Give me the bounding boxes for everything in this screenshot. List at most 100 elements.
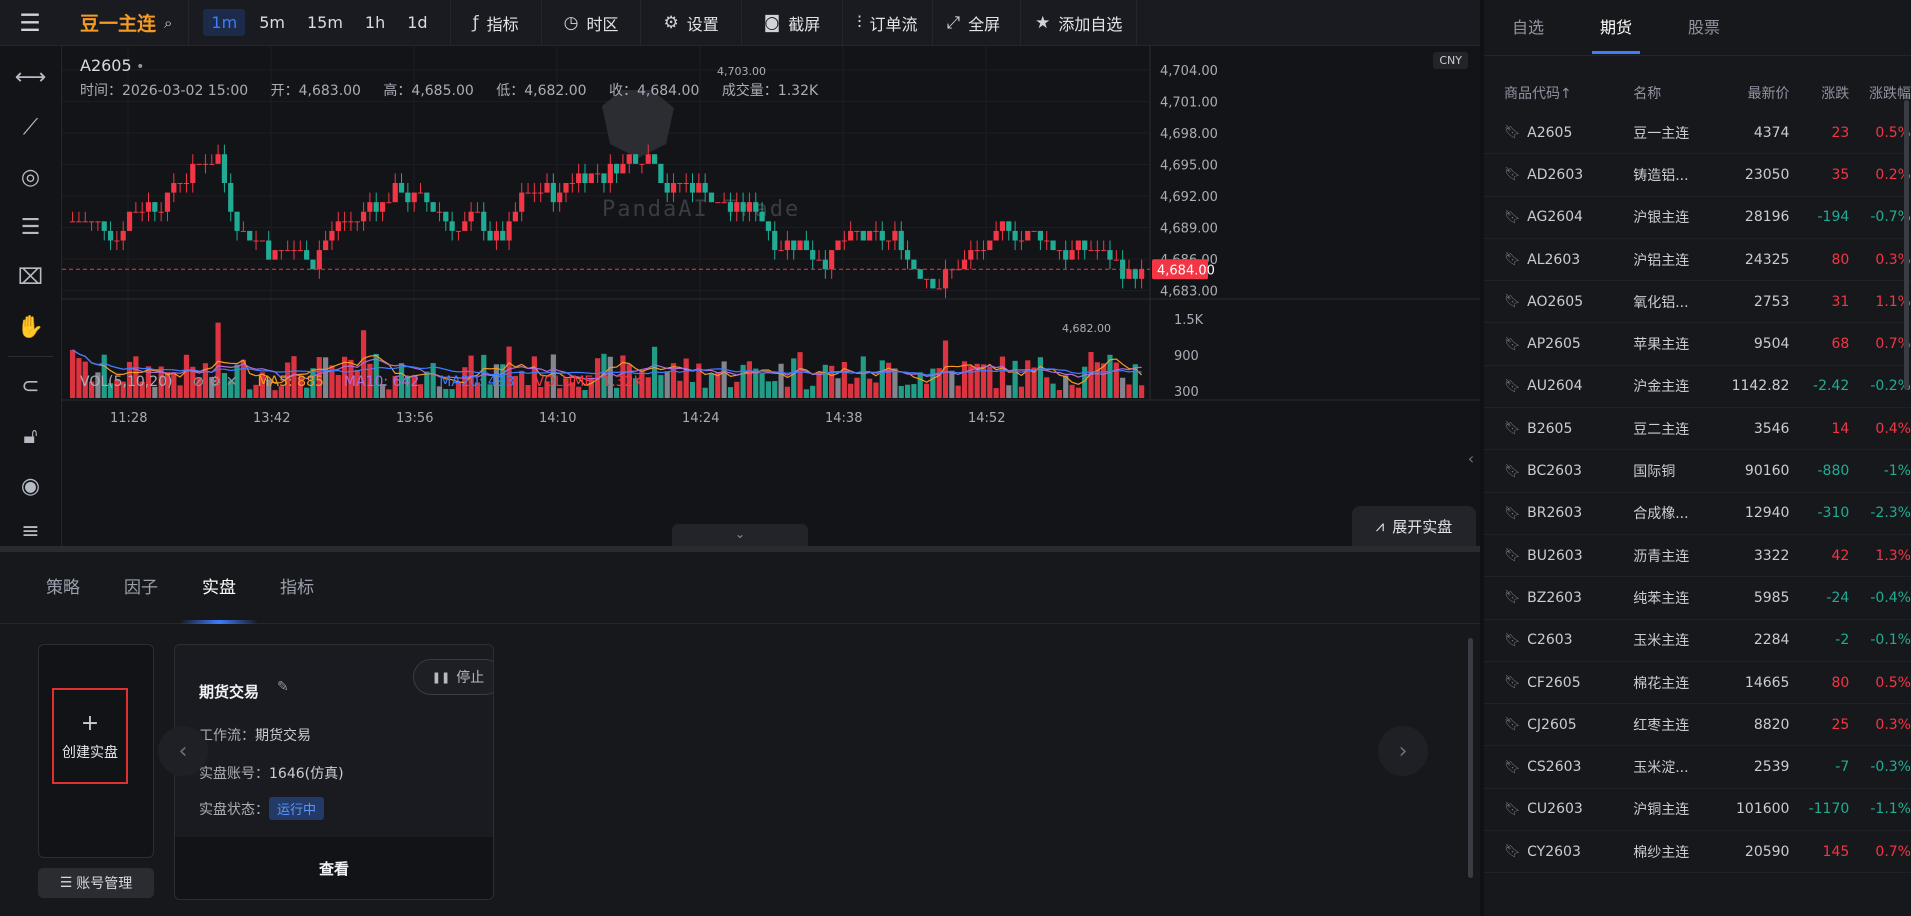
close-icon[interactable]: ✕ [226, 374, 238, 390]
last-price: 3546 [1753, 420, 1790, 437]
circle-target-icon[interactable]: ◎ [0, 152, 61, 202]
watchlist-row[interactable]: 🔖︎ CS2603 玉米淀... 2539 -7 -0.3% [1484, 746, 1911, 789]
hide-icon[interactable]: ⊘ [193, 374, 205, 390]
timeframe-1m[interactable]: 1m [203, 9, 246, 36]
next-arrow-icon[interactable]: › [1378, 726, 1428, 776]
bookmark-icon[interactable]: 🔖︎ [1504, 590, 1527, 605]
timezone-button[interactable]: ◷ 时区 [542, 0, 642, 46]
watchlist-row[interactable]: 🔖︎ CF2605 棉花主连 14665 80 0.5% [1484, 662, 1911, 705]
volume-bar [740, 364, 746, 398]
watchlist-row[interactable]: 🔖︎ AP2605 苹果主连 9504 68 0.7% [1484, 323, 1911, 366]
bottom-tab-2[interactable]: 实盘 [180, 552, 258, 624]
bookmark-icon[interactable]: 🔖︎ [1504, 294, 1527, 309]
pattern-icon[interactable]: ⌧ [0, 252, 61, 302]
watchlist-row[interactable]: 🔖︎ AU2604 沪金主连 1142.82 -2.42 -0.2% [1484, 366, 1911, 409]
bookmark-icon[interactable]: 🔖︎ [1504, 210, 1527, 225]
bottom-tab-1[interactable]: 因子 [124, 552, 158, 624]
trend-line-icon[interactable]: ⟋ [0, 102, 61, 152]
bookmark-icon[interactable]: 🔖︎ [1504, 675, 1527, 690]
view-button[interactable]: 查看 [175, 837, 493, 899]
timeframe-15m[interactable]: 15m [299, 9, 351, 36]
percent-change: -2.3% [1870, 505, 1911, 522]
layers-icon[interactable]: ≡ [0, 511, 61, 551]
watchlist-row[interactable]: 🔖︎ BR2603 合成橡... 12940 -310 -2.3% [1484, 493, 1911, 535]
watchlist-row[interactable]: 🔖︎ BZ2603 纯苯主连 5985 -24 -0.4% [1484, 577, 1911, 620]
watchlist-row[interactable]: 🔖︎ AL2603 沪铝主连 24325 80 0.3% [1484, 239, 1911, 282]
fibonacci-icon[interactable]: ☰ [0, 202, 61, 252]
prev-arrow-icon[interactable]: ‹ [158, 726, 208, 776]
bookmark-icon[interactable]: 🔖︎ [1504, 421, 1527, 436]
watchlist-row[interactable]: 🔖︎ BU2603 沥青主连 3322 42 1.3% [1484, 535, 1911, 578]
volume-bar [1113, 362, 1119, 398]
panel-scrollbar[interactable] [1468, 638, 1473, 878]
volume-bar [443, 388, 449, 398]
expand-live-button[interactable]: ⩘ 展开实盘 [1352, 506, 1476, 546]
bottom-tab-0[interactable]: 策略 [46, 552, 80, 624]
bookmark-icon[interactable]: 🔖︎ [1504, 252, 1527, 267]
bookmark-icon[interactable]: 🔖︎ [1504, 760, 1527, 775]
bookmark-icon[interactable]: 🔖︎ [1504, 802, 1527, 817]
orderflow-button[interactable]: ⫶ 订单流 [843, 0, 933, 46]
create-live-button[interactable]: + 创建实盘 [52, 688, 128, 784]
watchlist-tab-2[interactable]: 股票 [1680, 0, 1728, 56]
symbol-selector[interactable]: 豆一主连 ⌕ [60, 0, 190, 46]
price-chart[interactable]: PandaAI Trade 4,704.00 4,701.00 4,698.00 4,6… [62, 46, 1480, 546]
watchlist-row[interactable]: 🔖︎ AO2605 氧化铝... 2753 31 1.1% [1484, 281, 1911, 324]
bookmark-icon[interactable]: 🔖︎ [1504, 167, 1527, 182]
magnet-icon[interactable]: ⊂ [0, 361, 61, 411]
search-icon[interactable]: ⌕ [164, 14, 172, 32]
candle-body [417, 192, 424, 194]
bookmark-icon[interactable]: 🔖︎ [1504, 125, 1527, 140]
watchlist-row[interactable]: 🔖︎ BC2603 国际铜 90160 -880 -1% [1484, 450, 1911, 493]
watchlist-row[interactable]: 🔖︎ B2605 豆二主连 3546 14 0.4% [1484, 408, 1911, 451]
watchlist-row[interactable]: 🔖︎ CU2603 沪铜主连 101600 -1170 -1.1% [1484, 789, 1911, 832]
bookmark-icon[interactable]: 🔖︎ [1504, 379, 1527, 394]
watchlist-row[interactable]: 🔖︎ C2603 玉米主连 2284 -2 -0.1% [1484, 620, 1911, 662]
hand-icon[interactable]: ✋ [0, 302, 61, 352]
timeframe-5m[interactable]: 5m [251, 9, 293, 36]
bookmark-icon[interactable]: 🔖︎ [1504, 506, 1527, 521]
candle-body [544, 183, 550, 193]
create-live-card[interactable]: + 创建实盘 [38, 644, 154, 858]
stop-button[interactable]: ❚❚ 停止 [413, 659, 493, 695]
watchlist-row[interactable]: 🔖︎ CY2603 棉纱主连 20590 145 0.7% [1484, 831, 1911, 874]
watchlist-row[interactable]: 🔖︎ A2605 豆一主连 4374 23 0.5% [1484, 112, 1911, 155]
chevron-left-icon[interactable]: ‹ [1462, 440, 1480, 476]
watchlist-row[interactable]: 🔖︎ AD2603 铸造铝... 23050 35 0.2% [1484, 154, 1911, 197]
horizontal-line-icon[interactable]: ⟷ [0, 52, 61, 102]
watchlist-scrollbar[interactable] [1904, 100, 1909, 390]
bookmark-icon[interactable]: 🔖︎ [1504, 548, 1527, 563]
bottom-tab-3[interactable]: 指标 [280, 552, 314, 624]
watchlist-row[interactable]: 🔖︎ CJ2605 红枣主连 8820 25 0.3% [1484, 704, 1911, 747]
candle-body [1113, 259, 1119, 261]
watchlist-row[interactable]: 🔖︎ AG2604 沪银主连 28196 -194 -0.7% [1484, 197, 1911, 239]
last-price: 2753 [1753, 293, 1790, 310]
volume-bar [980, 364, 987, 398]
bookmark-icon[interactable]: 🔖︎ [1504, 717, 1527, 732]
candlestick-svg[interactable]: PandaAI Trade 4,704.00 4,701.00 4,698.00 4,6… [62, 46, 1480, 546]
column-header-0[interactable]: 商品代码↑ [1504, 83, 1633, 103]
add-watchlist-button[interactable]: ★ 添加自选 [1021, 0, 1138, 46]
timeframe-1d[interactable]: 1d [399, 9, 435, 36]
watchlist-tab-0[interactable]: 自选 [1504, 0, 1552, 56]
bookmark-icon[interactable]: 🔖︎ [1504, 844, 1527, 859]
screenshot-button[interactable]: ◙ 截屏 [742, 0, 844, 46]
eye-icon[interactable]: ◉ [0, 461, 61, 511]
collapse-tab[interactable]: ⌄ [672, 524, 808, 546]
bookmark-icon[interactable]: 🔖︎ [1504, 337, 1527, 352]
volume-bar [721, 361, 727, 398]
timeframe-1h[interactable]: 1h [357, 9, 393, 36]
candle-body [632, 154, 639, 164]
fullscreen-button[interactable]: ⤢ 全屏 [933, 0, 1022, 46]
settings-button[interactable]: ⚙ 设置 [641, 0, 742, 46]
edit-icon[interactable]: ✎ [277, 679, 289, 695]
lock-icon[interactable]: 🔓︎ [0, 411, 61, 461]
volume-bar [1101, 363, 1107, 398]
gear-icon[interactable]: ⚙ [209, 374, 222, 390]
menu-icon[interactable]: ☰ [0, 0, 60, 46]
watchlist-tab-1[interactable]: 期货 [1592, 0, 1641, 56]
bookmark-icon[interactable]: 🔖︎ [1504, 464, 1527, 479]
indicator-button[interactable]: ƒ 指标 [451, 0, 542, 46]
bookmark-icon[interactable]: 🔖︎ [1504, 633, 1527, 648]
account-manage-button[interactable]: ☰ 账号管理 [38, 868, 154, 898]
